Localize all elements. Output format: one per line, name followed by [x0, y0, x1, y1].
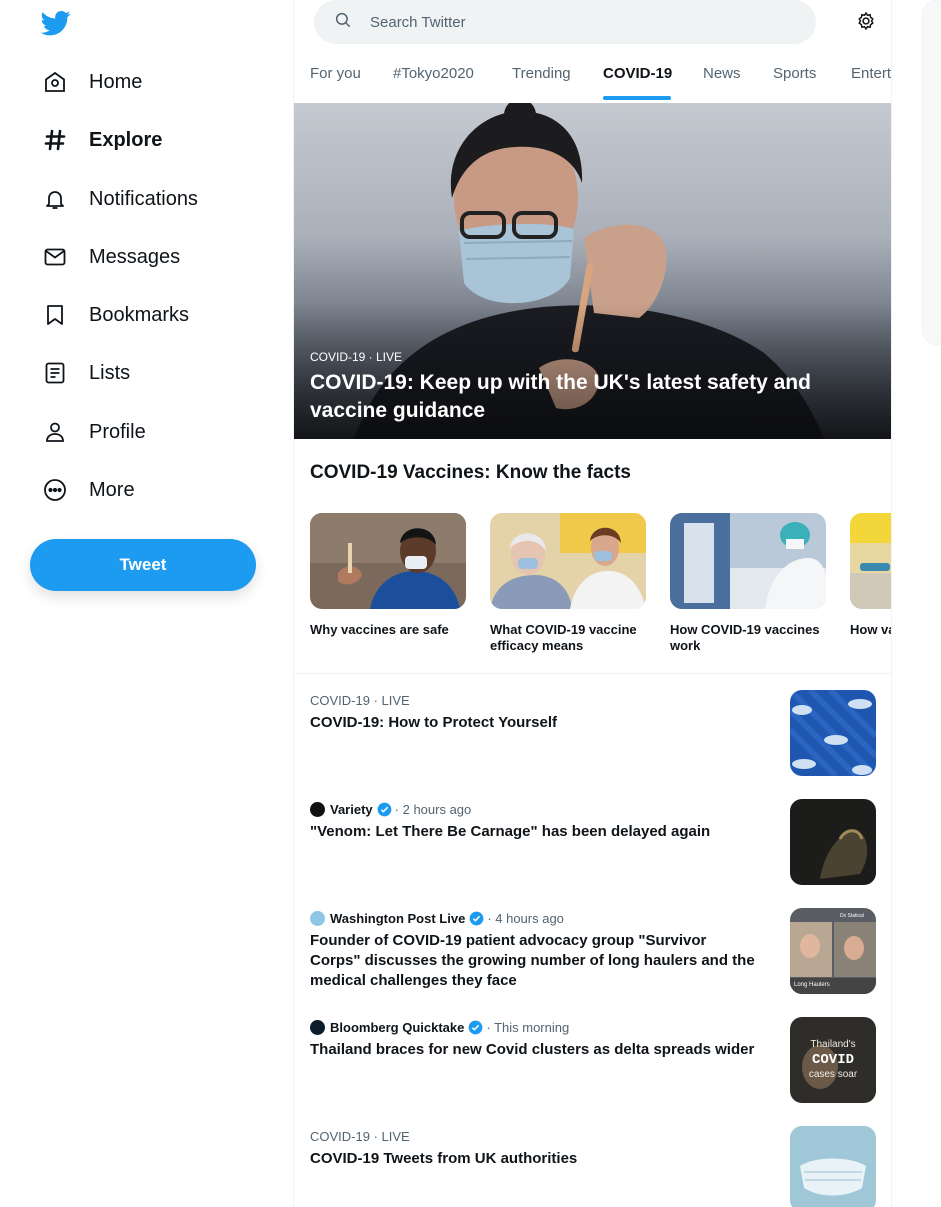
- card-image: [310, 513, 466, 609]
- settings-gear-icon[interactable]: [856, 11, 878, 33]
- tweet-button[interactable]: Tweet: [30, 539, 256, 591]
- search-input[interactable]: Search Twitter: [370, 14, 466, 31]
- search-icon: [334, 11, 352, 34]
- explore-tabs: For you #Tokyo2020 Trending COVID-19 New…: [294, 52, 891, 102]
- sidebar-item-explore[interactable]: Explore: [30, 115, 174, 165]
- sidebar-item-label: Profile: [89, 420, 146, 443]
- story-thumbnail: [790, 1126, 876, 1207]
- story-time: · 4 hours ago: [487, 910, 564, 926]
- tab-tokyo2020[interactable]: #Tokyo2020: [393, 65, 474, 82]
- vaccine-card-how[interactable]: How COVID-19 vaccines work: [670, 513, 826, 654]
- tab-covid19[interactable]: COVID-19: [603, 65, 672, 82]
- bloomberg-quicktake-avatar-icon: [310, 1019, 325, 1035]
- list-item[interactable]: COVID-19 · LIVE COVID-19: How to Protect…: [310, 690, 880, 776]
- sidebar-item-label: Lists: [89, 361, 131, 384]
- hero-title[interactable]: COVID-19: Keep up with the UK's latest s…: [310, 369, 880, 425]
- sidebar-item-profile[interactable]: Profile: [30, 407, 158, 457]
- card-image: [670, 513, 826, 609]
- card-title: Why vaccines are safe: [310, 622, 449, 637]
- thumbnail-caption: Dx Statical: [840, 913, 864, 919]
- story-thumbnail: [790, 799, 876, 885]
- bookmark-icon: [42, 302, 68, 328]
- more-circle-icon: [42, 477, 68, 503]
- list-item[interactable]: Variety · 2 hours ago "Venom: Let There …: [310, 799, 880, 885]
- twitter-bird-icon[interactable]: [40, 8, 72, 38]
- person-icon: [42, 419, 68, 445]
- card-image: [490, 513, 646, 609]
- list-item[interactable]: Bloomberg Quicktake · This morning Thail…: [310, 1017, 880, 1103]
- story-thumbnail: [790, 690, 876, 776]
- story-title: Founder of COVID-19 patient advocacy gro…: [310, 932, 755, 989]
- sidebar-item-label: Explore: [89, 128, 163, 151]
- list-item[interactable]: Washington Post Live · 4 hours ago Found…: [310, 908, 880, 994]
- thumbnail-caption: Thailand's: [810, 1039, 855, 1050]
- story-thumbnail: Thailand's COVID cases soar: [790, 1017, 876, 1103]
- verified-badge-icon: [377, 802, 392, 816]
- sidebar-item-label: Bookmarks: [89, 303, 190, 326]
- vaccine-card-efficacy[interactable]: What COVID-19 vaccine efficacy means: [490, 513, 646, 654]
- sidebar-item-label: Home: [89, 70, 143, 93]
- list-item[interactable]: COVID-19 · LIVE COVID-19 Tweets from UK …: [310, 1126, 880, 1207]
- story-time: · 2 hours ago: [394, 801, 472, 817]
- card-title: What COVID-19 vaccine efficacy means: [490, 622, 637, 653]
- sidebar-item-messages[interactable]: Messages: [30, 232, 192, 282]
- card-title: How COVID-19 vaccines work: [670, 622, 820, 653]
- home-icon: [42, 69, 68, 95]
- vaccine-card-safe[interactable]: Why vaccines are safe: [310, 513, 466, 638]
- story-source: Washington Post Live: [330, 910, 466, 926]
- thumbnail-caption: COVID: [812, 1052, 854, 1068]
- sidebar-item-more[interactable]: More: [30, 465, 147, 515]
- tab-trending[interactable]: Trending: [512, 65, 571, 82]
- search-box[interactable]: Search Twitter: [314, 0, 816, 44]
- washington-post-live-avatar-icon: [310, 910, 325, 926]
- left-sidebar: Home Explore Notifications Messages Book…: [0, 0, 293, 1207]
- card-image: [850, 513, 891, 609]
- story-title: COVID-19 Tweets from UK authorities: [310, 1150, 578, 1167]
- section-divider: [294, 673, 891, 674]
- story-title: COVID-19: How to Protect Yourself: [310, 714, 557, 731]
- card-title: How va distrib: [850, 622, 891, 637]
- tab-sports[interactable]: Sports: [773, 65, 816, 82]
- hero-banner[interactable]: COVID-19 · LIVE COVID-19: Keep up with t…: [294, 103, 891, 439]
- story-thumbnail: Dx Statical Long Haulers: [790, 908, 876, 994]
- list-icon: [42, 360, 68, 386]
- envelope-icon: [42, 244, 68, 270]
- story-title: Thailand braces for new Covid clusters a…: [310, 1041, 755, 1058]
- sidebar-item-label: More: [89, 478, 135, 501]
- explore-main-column: Search Twitter For you #Tokyo2020 Trendi…: [293, 0, 892, 1207]
- story-title: "Venom: Let There Be Carnage" has been d…: [310, 823, 711, 840]
- section-title: COVID-19 Vaccines: Know the facts: [310, 462, 631, 483]
- story-source: Variety: [330, 801, 373, 817]
- bell-icon: [42, 186, 68, 212]
- vaccine-card-distribution[interactable]: How va distrib: [850, 513, 891, 638]
- tab-for-you[interactable]: For you: [310, 65, 361, 82]
- sidebar-item-lists[interactable]: Lists: [30, 348, 142, 398]
- hero-meta: COVID-19 · LIVE: [310, 350, 403, 364]
- active-tab-indicator: [603, 96, 671, 100]
- right-sidebar-panel: [922, 0, 941, 345]
- sidebar-item-notifications[interactable]: Notifications: [30, 174, 210, 224]
- story-time: · This morning: [486, 1019, 570, 1035]
- story-source: Bloomberg Quicktake: [330, 1019, 465, 1035]
- sidebar-item-label: Messages: [89, 245, 181, 268]
- hashtag-icon: [42, 127, 68, 153]
- sidebar-item-home[interactable]: Home: [30, 57, 154, 107]
- tab-entertainment[interactable]: Entert: [851, 65, 891, 82]
- thumbnail-caption: Long Haulers: [794, 982, 830, 988]
- thumbnail-caption: cases soar: [809, 1069, 858, 1080]
- verified-badge-icon: [469, 911, 484, 925]
- variety-avatar-icon: [310, 801, 325, 817]
- tab-news[interactable]: News: [703, 65, 741, 82]
- verified-badge-icon: [469, 1020, 483, 1034]
- sidebar-item-label: Notifications: [89, 187, 198, 210]
- sidebar-item-bookmarks[interactable]: Bookmarks: [30, 290, 201, 340]
